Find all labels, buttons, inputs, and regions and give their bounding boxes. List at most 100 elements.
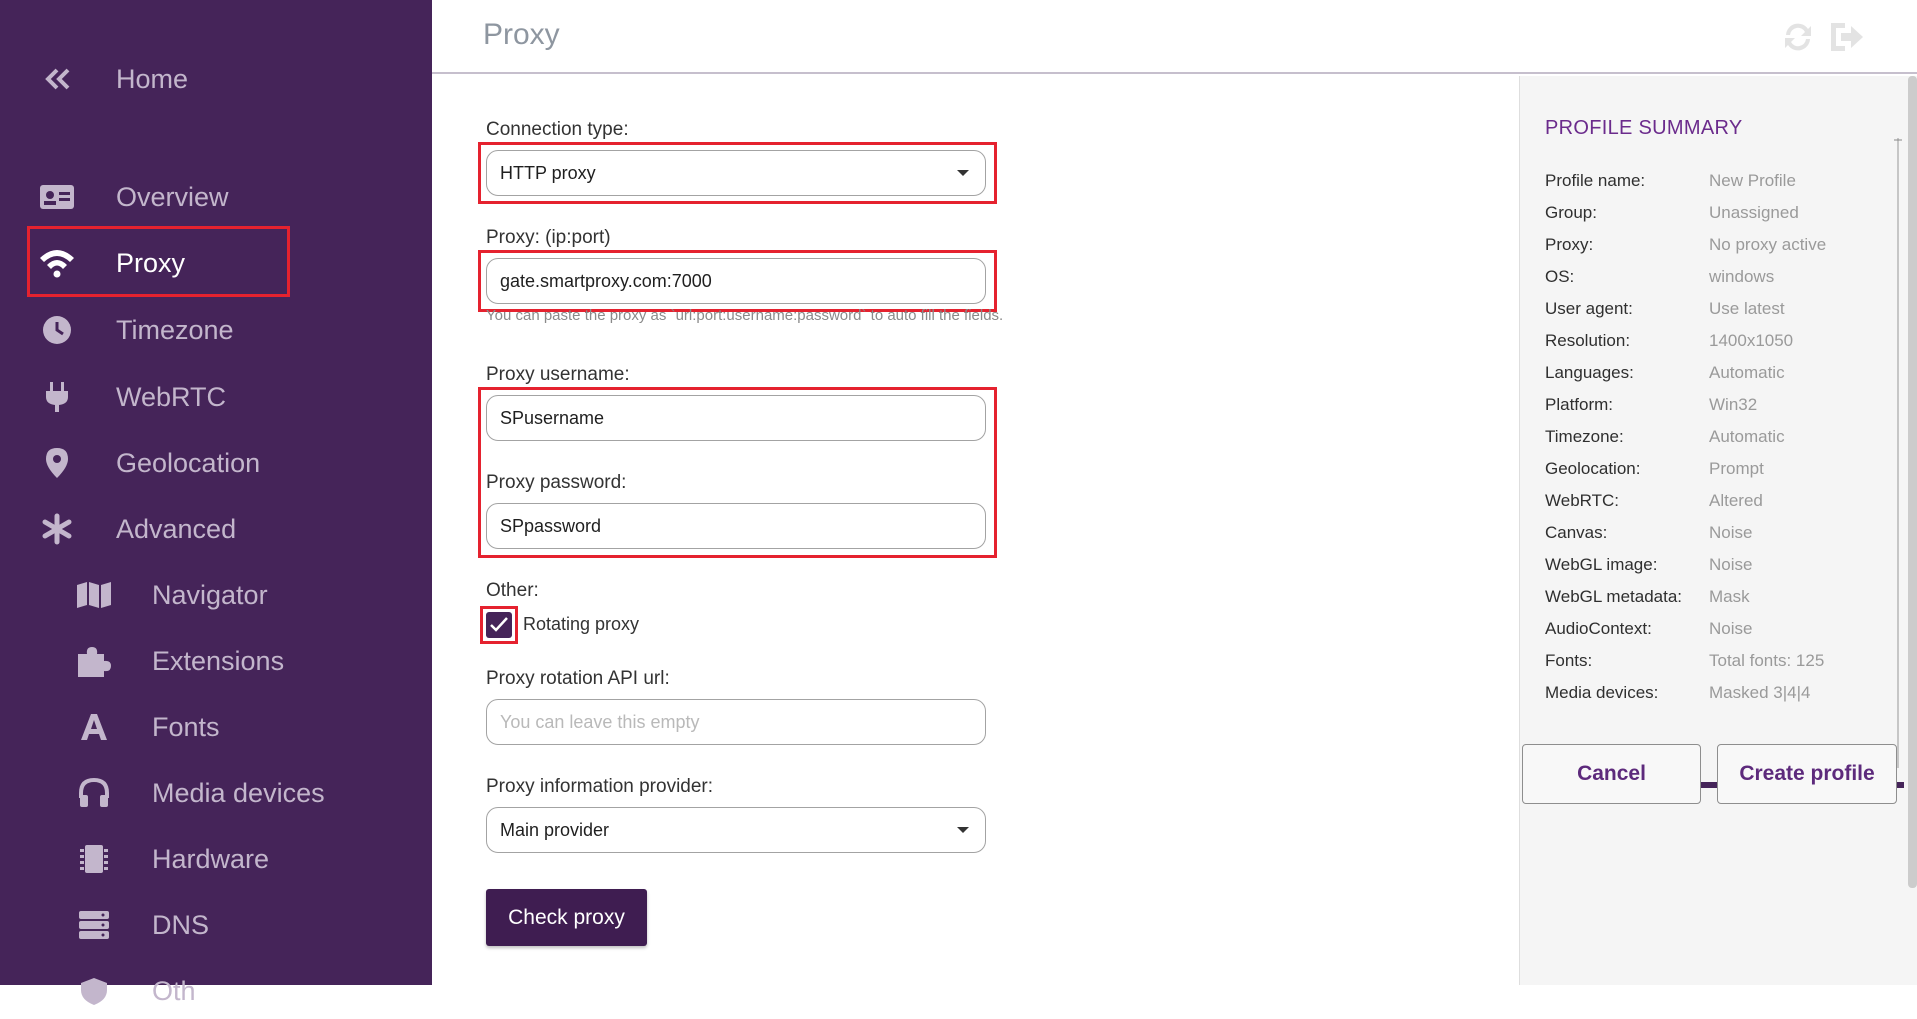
summary-value: Win32 <box>1709 395 1758 414</box>
summary-value: Mask <box>1709 587 1750 606</box>
other-label: Other: <box>486 580 539 601</box>
username-value: SPusername <box>500 407 605 428</box>
id-card-icon <box>37 177 77 217</box>
rotation-api-input[interactable]: You can leave this empty <box>486 699 986 745</box>
summary-key: WebGL image: <box>1545 555 1658 574</box>
summary-value: 1400x1050 <box>1709 331 1794 350</box>
cancel-button[interactable]: Cancel <box>1522 744 1701 804</box>
summary-value: Altered <box>1709 491 1763 510</box>
chip-icon <box>74 839 114 879</box>
sidebar-item-label: Timezone <box>116 314 234 345</box>
summary-value: Noise <box>1709 619 1753 638</box>
sidebar-item-label: Oth <box>152 975 196 1006</box>
check-proxy-button[interactable]: Check proxy <box>486 889 647 946</box>
sidebar-item-dns[interactable]: DNS <box>0 897 432 953</box>
clock-icon <box>37 310 77 350</box>
summary-key: Geolocation: <box>1545 459 1641 478</box>
double-chevron-left-icon <box>38 59 78 99</box>
summary-key: Resolution: <box>1545 331 1631 350</box>
asterisk-icon <box>37 509 77 549</box>
summary-value: Unassigned <box>1709 203 1799 222</box>
summary-key: Profile name: <box>1545 171 1646 190</box>
summary-key: User agent: <box>1545 299 1633 318</box>
sidebar-item-label: WebRTC <box>116 381 227 412</box>
profile-summary-title: PROFILE SUMMARY <box>1545 117 1743 139</box>
headphones-icon <box>74 773 114 813</box>
sidebar-item-media-devices[interactable]: Media devices <box>0 765 432 821</box>
sidebar-item-label: DNS <box>152 909 210 940</box>
sidebar-item-proxy[interactable]: Proxy <box>0 235 432 291</box>
summary-value: Automatic <box>1709 363 1785 382</box>
sidebar-item-label: Hardware <box>152 843 270 874</box>
shield-icon <box>74 971 114 1011</box>
sidebar-item-fonts[interactable]: Fonts <box>0 699 432 755</box>
proxy-address-input[interactable]: gate.smartproxy.com:7000 <box>486 258 986 304</box>
sidebar-item-label: Extensions <box>152 645 285 676</box>
summary-value: Masked 3|4|4 <box>1709 683 1811 702</box>
sidebar-item-advanced[interactable]: Advanced <box>0 501 432 557</box>
connection-type-select[interactable]: HTTP proxy <box>486 150 986 196</box>
summary-value: Noise <box>1709 555 1753 574</box>
sidebar-item-geolocation[interactable]: Geolocation <box>0 435 432 491</box>
page-vertical-scrollbar[interactable] <box>1908 76 1917 888</box>
proxy-form: Connection type: HTTP proxy Proxy: (ip:p… <box>432 76 1519 985</box>
sidebar-item-webrtc[interactable]: WebRTC <box>0 369 432 425</box>
profile-summary-list[interactable]: Profile name: New Profile Group: Unassigne… <box>1520 171 1894 785</box>
username-input[interactable]: SPusername <box>486 395 986 441</box>
summary-key: Languages: <box>1545 363 1634 382</box>
summary-key: AudioContext: <box>1545 619 1652 638</box>
summary-key: Canvas: <box>1545 523 1608 542</box>
proxy-address-value: gate.smartproxy.com:7000 <box>500 270 712 291</box>
info-provider-value: Main provider <box>500 819 610 840</box>
summary-vertical-scrollbar[interactable] <box>1893 138 1903 768</box>
sidebar-item-label: Home <box>116 63 189 94</box>
password-input[interactable]: SPpassword <box>486 503 986 549</box>
summary-value: Use latest <box>1709 299 1785 318</box>
sidebar-item-label: Proxy <box>116 247 186 278</box>
summary-key: WebRTC: <box>1545 491 1620 510</box>
plug-icon <box>37 377 77 417</box>
summary-key: WebGL metadata: <box>1545 587 1683 606</box>
rotating-proxy-checkbox[interactable] <box>486 612 512 638</box>
connection-type-label: Connection type: <box>486 119 629 140</box>
connection-type-value: HTTP proxy <box>500 162 596 183</box>
sidebar-item-navigator[interactable]: Navigator <box>0 567 432 623</box>
summary-value: windows <box>1709 267 1775 286</box>
summary-key: OS: <box>1545 267 1575 286</box>
info-provider-label: Proxy information provider: <box>486 776 714 797</box>
dropdown-caret-icon <box>957 827 969 833</box>
password-value: SPpassword <box>500 515 602 536</box>
proxy-address-hint: You can paste the proxy as `url:port:use… <box>486 307 1004 324</box>
wifi-icon <box>37 243 77 283</box>
logout-icon[interactable] <box>1826 16 1868 58</box>
puzzle-icon <box>74 641 114 681</box>
refresh-icon[interactable] <box>1777 16 1819 58</box>
sidebar-item-home[interactable]: Home <box>0 51 432 107</box>
sidebar-item-extensions[interactable]: Extensions <box>0 633 432 689</box>
rotation-api-label: Proxy rotation API url: <box>486 668 670 689</box>
rotating-proxy-label[interactable]: Rotating proxy <box>523 614 639 635</box>
dropdown-caret-icon <box>957 170 969 176</box>
summary-key: Fonts: <box>1545 651 1593 670</box>
sidebar-item-hardware[interactable]: Hardware <box>0 831 432 887</box>
summary-value: Total fonts: 125 <box>1709 651 1825 670</box>
sidebar-item-overview[interactable]: Overview <box>0 169 432 225</box>
summary-value: Prompt <box>1709 459 1764 478</box>
sidebar-item-other[interactable]: Oth <box>0 963 432 1019</box>
create-profile-button[interactable]: Create profile <box>1717 744 1897 804</box>
proxy-address-label: Proxy: (ip:port) <box>486 227 611 248</box>
summary-key: Media devices: <box>1545 683 1659 702</box>
map-icon <box>74 575 114 615</box>
summary-value: New Profile <box>1709 171 1796 190</box>
map-pin-icon <box>37 443 77 483</box>
rotation-api-placeholder: You can leave this empty <box>500 711 700 732</box>
checkmark-icon <box>490 617 508 632</box>
sidebar: Home Overview Proxy Timezone WebRTC Geol… <box>0 0 432 1006</box>
info-provider-select[interactable]: Main provider <box>486 807 986 853</box>
sidebar-item-timezone[interactable]: Timezone <box>0 302 432 358</box>
summary-value: Automatic <box>1709 427 1785 446</box>
sidebar-item-label: Fonts <box>152 711 220 742</box>
username-label: Proxy username: <box>486 364 630 385</box>
server-icon <box>74 905 114 945</box>
summary-key: Timezone: <box>1545 427 1624 446</box>
